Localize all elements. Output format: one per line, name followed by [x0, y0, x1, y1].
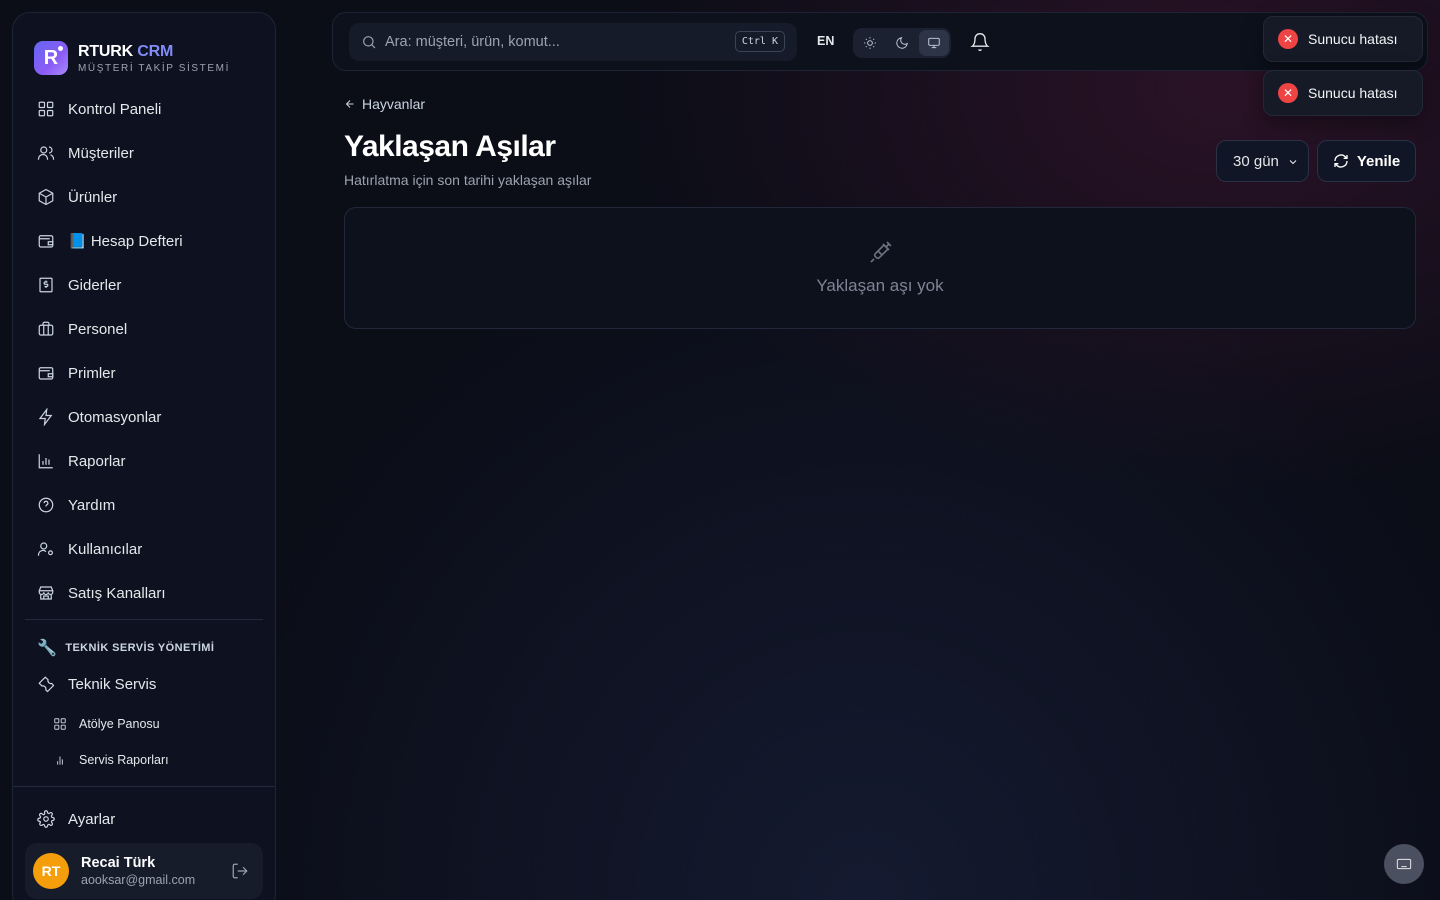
wallet-icon [38, 235, 54, 248]
sidebar-item-label: Raporlar [68, 452, 126, 470]
page-title: Yaklaşan Aşılar [344, 130, 556, 163]
sidebar-item-users[interactable]: Kullanıcılar [25, 527, 263, 571]
zap-icon [38, 408, 53, 426]
sidebar-item-sales-channels[interactable]: Satış Kanalları [25, 571, 263, 615]
help-icon [38, 497, 54, 513]
arrow-left-icon [345, 100, 354, 108]
users-icon [37, 146, 55, 160]
sidebar-subitem-label: Atölye Panosu [79, 717, 160, 731]
wallet-icon [38, 367, 54, 380]
sidebar-item-label: Teknik Servis [68, 675, 157, 693]
sidebar-item-label: Müşteriler [68, 144, 134, 162]
sun-icon [864, 37, 876, 49]
user-card[interactable]: RT Recai Türk aooksar@gmail.com [25, 843, 263, 899]
logout-icon[interactable] [231, 862, 249, 880]
sidebar-item-bonuses[interactable]: Primler [25, 351, 263, 395]
back-link[interactable]: Hayvanlar [344, 96, 425, 112]
chevron-down-icon [1289, 160, 1297, 165]
theme-system-button[interactable] [919, 30, 949, 56]
sidebar-item-label: Kullanıcılar [68, 540, 143, 558]
search-input[interactable] [385, 34, 725, 50]
page-subtitle: Hatırlatma için son tarihi yaklaşan aşıl… [344, 172, 592, 188]
language-toggle[interactable]: EN [817, 34, 834, 48]
wrench-icon: 🔧 [37, 640, 58, 657]
sidebar-item-customers[interactable]: Müşteriler [25, 131, 263, 175]
sidebar-subitem-label: Servis Raporları [79, 753, 169, 767]
box-icon [38, 188, 54, 206]
sidebar-subitem-service-reports[interactable]: Servis Raporları [13, 742, 275, 778]
sidebar-item-label: Primler [68, 364, 116, 382]
sidebar-item-help[interactable]: Yardım [25, 483, 263, 527]
user-name: Recai Türk [81, 855, 156, 871]
user-cog-icon [37, 542, 53, 556]
settings-nav: Ayarlar [13, 787, 275, 841]
sidebar-item-dashboard[interactable]: Kontrol Paneli [25, 87, 263, 131]
refresh-icon [1334, 154, 1348, 168]
theme-dark-button[interactable] [887, 30, 917, 56]
sidebar-item-label: Otomasyonlar [68, 408, 162, 426]
briefcase-icon [38, 321, 54, 336]
sidebar-item-staff[interactable]: Personel [25, 307, 263, 351]
keyboard-shortcuts-button[interactable] [1384, 844, 1424, 884]
sidebar-subitem-workshop-board[interactable]: Atölye Panosu [13, 706, 275, 742]
brand-logo: R [34, 41, 68, 75]
bell-icon[interactable] [970, 32, 990, 52]
refresh-button[interactable]: Yenile [1317, 140, 1416, 182]
keyboard-shortcut-badge: Ctrl K [734, 31, 785, 52]
back-link-label: Hayvanlar [362, 96, 426, 112]
monitor-icon [928, 37, 940, 49]
user-email: aooksar@gmail.com [81, 873, 196, 887]
sidebar-item-label: Ayarlar [68, 810, 116, 828]
sidebar-item-technical-service[interactable]: Teknik Servis [25, 662, 263, 706]
error-icon: ✕ [1278, 29, 1298, 49]
dashboard-icon [54, 718, 66, 730]
syringe-icon [870, 241, 892, 263]
brand-subtitle: MÜŞTERİ TAKİP SİSTEMİ [78, 62, 230, 74]
sidebar-item-label: Yardım [68, 496, 116, 514]
sidebar-nav: Kontrol Paneli Müşteriler Ürünler 📘 Hesa… [13, 83, 275, 615]
sidebar-item-ledger[interactable]: 📘 Hesap Defteri [25, 219, 263, 263]
wrench-icon [38, 676, 55, 693]
empty-state-text: Yaklaşan aşı yok [816, 276, 944, 295]
bar-chart-icon [38, 454, 53, 469]
error-icon: ✕ [1278, 83, 1298, 103]
period-select[interactable]: 30 gün [1216, 140, 1309, 182]
sidebar: R RTURK CRM MÜŞTERİ TAKİP SİSTEMİ Kontro… [12, 12, 276, 900]
avatar: RT [33, 853, 69, 889]
sidebar-item-reports[interactable]: Raporlar [25, 439, 263, 483]
dashboard-icon [38, 101, 54, 117]
sidebar-item-label: 📘 Hesap Defteri [68, 233, 183, 250]
toast-message: Sunucu hatası [1308, 85, 1398, 101]
sidebar-item-label: Satış Kanalları [68, 584, 166, 602]
theme-light-button[interactable] [855, 30, 885, 56]
sidebar-item-settings[interactable]: Ayarlar [25, 797, 263, 841]
brand-name: RTURK CRM [78, 42, 174, 60]
empty-state-card: Yaklaşan aşı yok [344, 207, 1416, 329]
sidebar-item-label: Ürünler [68, 188, 118, 206]
store-icon [38, 586, 54, 600]
error-toast[interactable]: ✕ Sunucu hatası [1263, 16, 1423, 62]
search-bar[interactable]: Ctrl K [349, 23, 797, 61]
toast-message: Sunucu hatası [1308, 31, 1398, 47]
gear-icon [37, 810, 55, 828]
keyboard-icon [1396, 858, 1412, 870]
refresh-button-label: Yenile [1356, 152, 1401, 170]
sidebar-item-expenses[interactable]: Giderler [25, 263, 263, 307]
brand[interactable]: R RTURK CRM MÜŞTERİ TAKİP SİSTEMİ [13, 13, 275, 83]
sidebar-item-label: Giderler [68, 276, 122, 294]
error-toast[interactable]: ✕ Sunucu hatası [1263, 70, 1423, 116]
section-title-technical-service: 🔧 TEKNİK SERVİS YÖNETİMİ [37, 640, 215, 657]
period-select-value: 30 gün [1233, 152, 1279, 170]
search-icon [363, 36, 376, 49]
bar-chart-icon [57, 756, 63, 765]
moon-icon [896, 37, 908, 49]
sidebar-item-label: Kontrol Paneli [68, 100, 162, 118]
sidebar-item-label: Personel [68, 320, 128, 338]
receipt-icon [39, 277, 53, 293]
sidebar-item-products[interactable]: Ürünler [25, 175, 263, 219]
sidebar-item-automations[interactable]: Otomasyonlar [25, 395, 263, 439]
theme-switcher [853, 28, 951, 58]
service-nav: Teknik Servis [13, 658, 275, 706]
